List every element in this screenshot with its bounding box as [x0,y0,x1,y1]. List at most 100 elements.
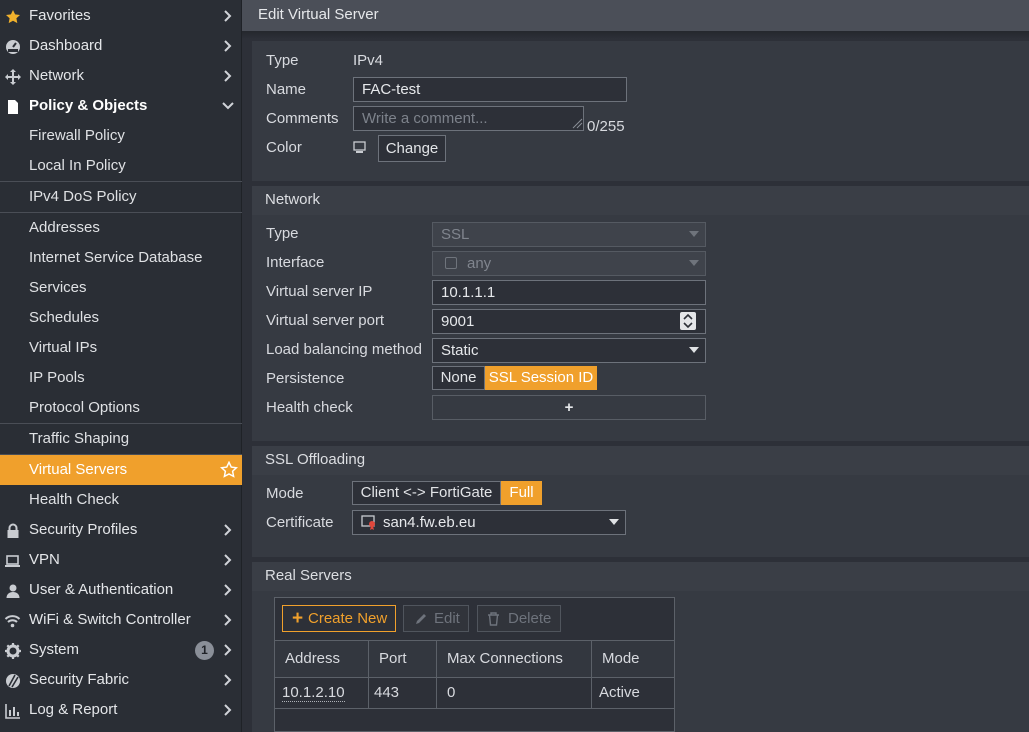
sidebar-item-firewall-policy[interactable]: Firewall Policy [0,121,242,151]
comments-textarea[interactable]: Write a comment... [353,106,584,131]
real-servers-section-header: Real Servers [252,562,1029,591]
interface-select[interactable]: any [432,251,706,276]
column-header-mode[interactable]: Mode [592,640,674,677]
star-icon [4,8,21,25]
nav-label: User & Authentication [29,581,174,598]
trash-icon [488,612,499,626]
favorite-star-icon[interactable] [219,460,239,483]
bar-chart-icon [4,702,21,719]
network-type-select[interactable]: SSL [432,222,706,247]
vs-ip-label: Virtual server IP [266,283,373,300]
dropdown-caret-icon [689,260,699,266]
nav-favorites[interactable]: Favorites [0,1,242,31]
sidebar-item-ip-pools[interactable]: IP Pools [0,363,242,393]
column-header-address[interactable]: Address [275,640,369,677]
chevron-right-icon [224,704,232,716]
fabric-icon [4,672,21,689]
nav-label: VPN [29,551,60,568]
real-servers-table: + Create New Edit Delete Address Port Ma… [274,597,675,732]
virtual-server-port-input[interactable]: 9001 [432,309,706,334]
sidebar-item-label: Virtual Servers [29,461,128,478]
page-title: Edit Virtual Server [258,6,379,23]
chevron-right-icon [224,40,232,52]
create-new-button[interactable]: + Create New [282,605,396,632]
chevron-right-icon [224,584,232,596]
sidebar-item-local-in-policy[interactable]: Local In Policy [0,151,242,181]
nav-vpn[interactable]: VPN [0,545,242,575]
mode-label: Mode [266,485,304,502]
nav-log-report[interactable]: Log & Report [0,695,242,725]
nav-user-authentication[interactable]: User & Authentication [0,575,242,605]
vs-port-label: Virtual server port [266,312,385,329]
row-divider [275,708,674,709]
create-new-label: Create New [308,610,388,627]
add-health-check-button[interactable]: + [432,395,706,420]
sidebar-item-addresses[interactable]: Addresses [0,213,242,243]
dashboard-icon [4,38,21,55]
color-swatch-icon [353,141,366,158]
sidebar-item-health-check[interactable]: Health Check [0,485,242,515]
sidebar-item-schedules[interactable]: Schedules [0,303,242,333]
sidebar-item-ipv4-dos-policy[interactable]: IPv4 DoS Policy [0,182,242,212]
network-arrows-icon [4,68,21,85]
edit-label: Edit [434,610,460,627]
spinner-icon[interactable] [680,312,696,330]
nav-policy-objects[interactable]: Policy & Objects [0,91,242,121]
nav-security-fabric[interactable]: Security Fabric [0,665,242,695]
nav-system[interactable]: System 1 [0,635,242,665]
delete-button[interactable]: Delete [477,605,561,632]
title-shadow [242,31,1029,39]
sidebar-item-protocol-options[interactable]: Protocol Options [0,393,242,423]
dropdown-caret-icon [689,347,699,353]
sidebar-item-virtual-servers[interactable]: Virtual Servers [0,455,242,485]
mode-full-option[interactable]: Full [501,481,542,505]
nav-dashboard[interactable]: Dashboard [0,31,242,61]
nav-security-profiles[interactable]: Security Profiles [0,515,242,545]
sidebar-item-label: Virtual IPs [29,339,98,356]
chevron-down-icon [222,102,234,110]
lock-icon [4,522,21,539]
virtual-server-ip-input[interactable]: 10.1.1.1 [432,280,706,305]
nav-network[interactable]: Network [0,61,242,91]
nav-label: Policy & Objects [29,97,148,114]
persistence-ssl-session-option[interactable]: SSL Session ID [485,366,597,390]
column-header-port[interactable]: Port [369,640,437,677]
persistence-none-option[interactable]: None [432,366,485,390]
nav-label: Security Fabric [29,671,130,688]
cell-max-connections: 0 [437,677,592,708]
cell-address: 10.1.2.10 [275,677,369,708]
chevron-right-icon [224,674,232,686]
name-label: Name [266,81,307,98]
gear-icon [4,642,21,659]
change-color-button[interactable]: Change [378,135,446,162]
sidebar-item-traffic-shaping[interactable]: Traffic Shaping [0,424,242,454]
nav-wifi-switch-controller[interactable]: WiFi & Switch Controller [0,605,242,635]
resize-handle-icon[interactable] [572,118,583,129]
name-input[interactable]: FAC-test [353,77,627,102]
lb-method-label: Load balancing method [266,341,422,358]
certificate-label: Certificate [266,514,334,531]
pencil-icon [416,614,426,624]
plus-icon: + [292,608,304,629]
chevron-right-icon [224,524,232,536]
sidebar-item-internet-service-database[interactable]: Internet Service Database [0,243,242,273]
section-title: Network [265,191,321,208]
sidebar-item-label: Protocol Options [29,399,140,416]
cell-port: 443 [369,677,437,708]
sidebar-item-label: Health Check [29,491,120,508]
certificate-select[interactable]: san4.fw.eb.eu [352,510,626,535]
persistence-label: Persistence [266,370,345,387]
chevron-right-icon [224,10,232,22]
nav-label: System [29,641,80,658]
network-type-label: Type [266,225,299,242]
title-bar: Edit Virtual Server [242,0,1029,31]
checkbox-icon [445,257,457,269]
sidebar-item-services[interactable]: Services [0,273,242,303]
chevron-right-icon [224,644,232,656]
lb-method-select[interactable]: Static [432,338,706,363]
sidebar-item-label: Addresses [29,219,100,236]
column-header-max-connections[interactable]: Max Connections [437,640,592,677]
sidebar-item-virtual-ips[interactable]: Virtual IPs [0,333,242,363]
mode-client-fortigate-option[interactable]: Client <-> FortiGate [352,481,501,505]
edit-button[interactable]: Edit [403,605,469,632]
